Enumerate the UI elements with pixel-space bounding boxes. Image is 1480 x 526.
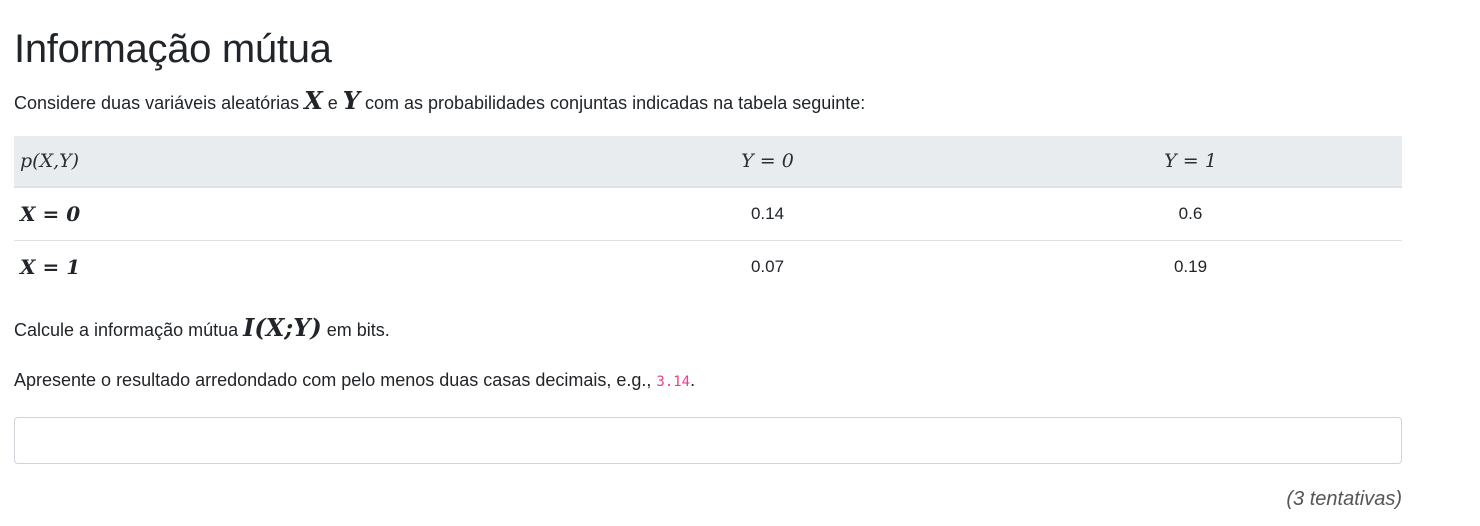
header-cell-y1: Y = 1	[979, 136, 1402, 188]
table-header-row: p(X,Y) Y = 0 Y = 1	[14, 136, 1402, 188]
intro-before: Considere duas variáveis aleatórias	[14, 93, 305, 113]
instruction-before: Apresente o resultado arredondado com pe…	[14, 370, 657, 390]
var-x: X	[304, 86, 323, 115]
header-cell-y0: Y = 0	[556, 136, 979, 188]
example-code: 3.14	[656, 374, 691, 390]
intro-conj: e	[322, 93, 343, 113]
row-label-x1: X = 1	[20, 255, 81, 279]
cell-x1-y1: 0.19	[1173, 257, 1208, 276]
question-before: Calcule a informação mútua	[14, 320, 244, 340]
attempts-counter: (3 tentativas)	[1286, 488, 1402, 510]
instruction-text: Apresente o resultado arredondado com pe…	[14, 367, 1402, 395]
header-cell-pxy: p(X,Y)	[14, 136, 556, 188]
page-title: Informação mútua	[14, 27, 332, 71]
cell-x0-y0: 0.14	[556, 187, 979, 241]
var-y: Y	[342, 86, 360, 115]
question-container: Informação mútua Considere duas variávei…	[14, 0, 1402, 510]
table-row: X = 1 0.07 0.19	[14, 241, 1402, 294]
intro-text: Considere duas variáveis aleatórias X e …	[14, 88, 1402, 116]
mutual-info-expr: I(X;Y)	[243, 313, 322, 342]
table-row: X = 0 0.14 0.6	[14, 187, 1402, 241]
intro-after: com as probabilidades conjuntas indicada…	[359, 93, 866, 113]
question-after: em bits.	[321, 320, 390, 340]
cell-x1-y0: 0.07	[750, 257, 785, 276]
row-label-x0: X = 0	[14, 187, 556, 241]
instruction-after: .	[690, 370, 696, 390]
cell-x0-y1: 0.6	[979, 187, 1402, 241]
answer-input[interactable]	[14, 417, 1402, 464]
question-text: Calcule a informação mútua I(X;Y) em bit…	[14, 315, 1402, 343]
joint-probability-table: p(X,Y) Y = 0 Y = 1 X = 0 0.14 0.6 X = 1 …	[14, 136, 1402, 293]
